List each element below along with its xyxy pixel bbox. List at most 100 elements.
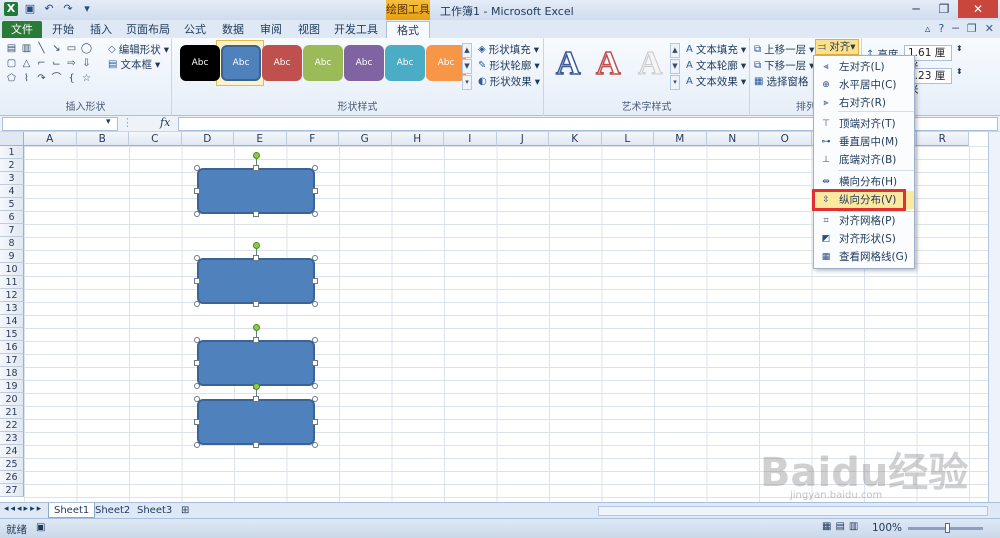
- resize-handle[interactable]: [194, 442, 200, 448]
- brace-shape-icon[interactable]: {: [65, 72, 78, 85]
- resize-handle[interactable]: [312, 360, 318, 366]
- row-header[interactable]: 16: [0, 341, 24, 354]
- selection-pane-button[interactable]: ▦ 选择窗格: [754, 74, 808, 89]
- row-header[interactable]: 17: [0, 354, 24, 367]
- elbow-arrow-shape-icon[interactable]: ⌙: [50, 57, 63, 70]
- send-backward-button[interactable]: ⧉ 下移一层 ▾: [754, 58, 814, 73]
- zoom-slider-thumb[interactable]: [945, 523, 950, 533]
- menu-item-align-top[interactable]: ⊤ 顶端对齐(T): [814, 115, 914, 133]
- shape-style-swatch[interactable]: Abc: [221, 45, 261, 81]
- rounded-rectangle-shape[interactable]: [197, 168, 315, 214]
- gallery-more[interactable]: ▾: [462, 75, 472, 90]
- row-header[interactable]: 15: [0, 328, 24, 341]
- help-icon[interactable]: ?: [938, 22, 944, 35]
- rounded-rectangle-shape[interactable]: [197, 399, 315, 445]
- pentagon-shape-icon[interactable]: ⬠: [5, 72, 18, 85]
- resize-handle[interactable]: [312, 419, 318, 425]
- row-header[interactable]: 9: [0, 250, 24, 263]
- rotation-handle[interactable]: [253, 242, 260, 249]
- insert-function-button[interactable]: fx: [160, 116, 170, 129]
- curve-shape-icon[interactable]: ⌇: [20, 72, 33, 85]
- resize-handle[interactable]: [312, 442, 318, 448]
- row-header[interactable]: 13: [0, 302, 24, 315]
- minimize-button[interactable]: ─: [902, 0, 930, 18]
- workbook-minimize-icon[interactable]: ─: [952, 22, 959, 35]
- star-shape-icon[interactable]: ☆: [80, 72, 93, 85]
- column-header[interactable]: O: [759, 132, 812, 146]
- view-buttons[interactable]: ▦▤▥: [822, 521, 862, 532]
- row-header[interactable]: 5: [0, 198, 24, 211]
- wordart-scroll-down[interactable]: ▼: [670, 59, 680, 74]
- resize-handle[interactable]: [253, 442, 259, 448]
- sheet-tab-3[interactable]: Sheet3: [132, 503, 177, 518]
- minimize-ribbon-icon[interactable]: ▵: [925, 22, 931, 35]
- row-header[interactable]: 22: [0, 419, 24, 432]
- sheet-nav-arrows[interactable]: ◂◂◂▸▸▸: [4, 504, 43, 514]
- gallery-scroll-down[interactable]: ▼: [462, 59, 472, 74]
- rounded-rect-shape-icon[interactable]: ▢: [5, 57, 18, 70]
- resize-handle[interactable]: [253, 396, 259, 402]
- column-header[interactable]: I: [444, 132, 497, 146]
- tab-developer[interactable]: 开发工具: [330, 21, 382, 39]
- shape-style-swatch[interactable]: Abc: [262, 45, 302, 81]
- shape-fill-button[interactable]: ◈ 形状填充 ▾: [478, 42, 539, 57]
- column-header[interactable]: K: [549, 132, 602, 146]
- save-icon[interactable]: ▣: [23, 2, 37, 16]
- row-header[interactable]: 1: [0, 146, 24, 159]
- customize-qat-icon[interactable]: ▾: [80, 2, 94, 16]
- shape-style-swatch[interactable]: Abc: [385, 45, 425, 81]
- resize-handle[interactable]: [194, 396, 200, 402]
- row-header[interactable]: 6: [0, 211, 24, 224]
- column-header[interactable]: N: [706, 132, 759, 146]
- resize-handle[interactable]: [312, 278, 318, 284]
- macro-record-icon[interactable]: ▣: [36, 522, 45, 533]
- text-outline-button[interactable]: A 文本轮廓 ▾: [686, 58, 746, 73]
- resize-handle[interactable]: [312, 301, 318, 307]
- edit-shape-button[interactable]: ◇ 编辑形状 ▾: [108, 42, 169, 57]
- column-header[interactable]: A: [24, 132, 77, 146]
- shape-outline-button[interactable]: ✎ 形状轮廓 ▾: [478, 58, 540, 73]
- column-header[interactable]: R: [916, 132, 969, 146]
- resize-handle[interactable]: [312, 211, 318, 217]
- formula-bar-resize-handle[interactable]: ⋮: [122, 116, 133, 129]
- shape-style-swatch[interactable]: Abc: [303, 45, 343, 81]
- align-dropdown-button[interactable]: ⫤ 对齐▾: [815, 39, 859, 55]
- tab-view[interactable]: 视图: [292, 21, 326, 39]
- shape-style-swatch[interactable]: Abc: [344, 45, 384, 81]
- resize-handle[interactable]: [194, 419, 200, 425]
- sheet-tab-1[interactable]: Sheet1: [48, 503, 96, 518]
- rotation-handle[interactable]: [253, 324, 260, 331]
- resize-handle[interactable]: [312, 165, 318, 171]
- menu-item-snap-grid[interactable]: ⌗ 对齐网格(P): [814, 212, 914, 230]
- right-arrow-shape-icon[interactable]: ⇨: [65, 57, 78, 70]
- resize-handle[interactable]: [312, 337, 318, 343]
- resize-handle[interactable]: [194, 165, 200, 171]
- menu-item-view-gridlines[interactable]: ▦ 查看网格线(G): [814, 248, 914, 266]
- row-header[interactable]: 19: [0, 380, 24, 393]
- tab-file[interactable]: 文件: [2, 21, 42, 39]
- menu-item-align-left[interactable]: ⫷ 左对齐(L): [814, 58, 914, 76]
- column-header[interactable]: C: [129, 132, 182, 146]
- row-header[interactable]: 12: [0, 289, 24, 302]
- workbook-restore-icon[interactable]: ❐: [967, 22, 977, 35]
- text-box-button[interactable]: ▤ 文本框 ▾: [108, 57, 160, 72]
- row-header[interactable]: 8: [0, 237, 24, 250]
- resize-handle[interactable]: [194, 255, 200, 261]
- menu-item-align-middle[interactable]: ⊶ 垂直居中(M): [814, 133, 914, 151]
- row-header[interactable]: 25: [0, 458, 24, 471]
- row-header[interactable]: 24: [0, 445, 24, 458]
- elbow-connector-shape-icon[interactable]: ⌐: [35, 57, 48, 70]
- shape-style-swatch[interactable]: Abc: [426, 45, 466, 81]
- sheet-tab-2[interactable]: Sheet2: [90, 503, 135, 518]
- row-header[interactable]: 27: [0, 484, 24, 497]
- resize-handle[interactable]: [253, 255, 259, 261]
- wordart-style-2[interactable]: A: [595, 44, 621, 84]
- resize-handle[interactable]: [312, 383, 318, 389]
- row-header[interactable]: 26: [0, 471, 24, 484]
- resize-handle[interactable]: [253, 337, 259, 343]
- zoom-level[interactable]: 100%: [872, 522, 902, 534]
- tab-page-layout[interactable]: 页面布局: [122, 21, 174, 39]
- undo-icon[interactable]: ↶: [42, 2, 56, 16]
- rounded-rectangle-shape[interactable]: [197, 340, 315, 386]
- column-header[interactable]: F: [286, 132, 339, 146]
